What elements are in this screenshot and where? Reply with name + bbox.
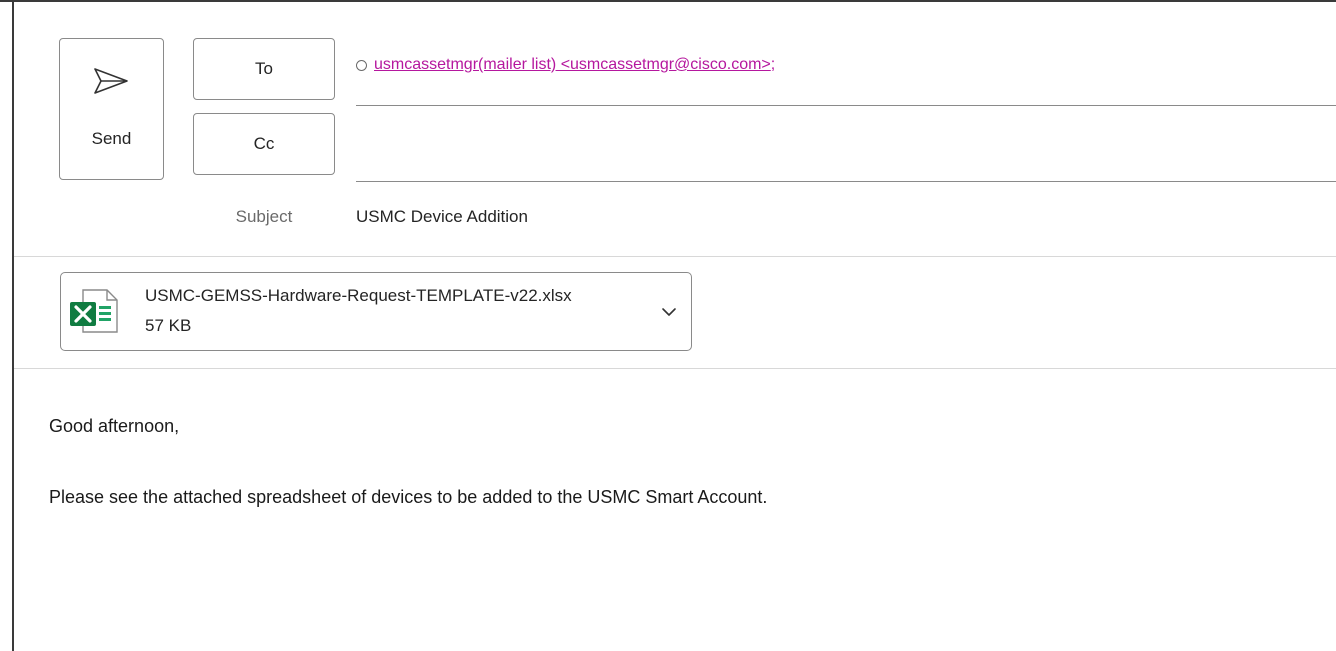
cc-button[interactable]: Cc (193, 113, 335, 175)
excel-file-icon (70, 289, 118, 333)
send-label: Send (91, 129, 132, 148)
recipient-separator: ; (770, 56, 776, 73)
to-button[interactable]: To (193, 38, 335, 100)
subject-label: Subject (235, 207, 293, 226)
send-button[interactable]: Send (59, 38, 164, 180)
chevron-down-icon[interactable] (661, 306, 677, 318)
presence-status-icon (356, 60, 367, 71)
recipient-chip[interactable]: usmcassetmgr(mailer list) <usmcassetmgr@… (356, 56, 775, 74)
message-greeting[interactable]: Good afternoon, (49, 416, 179, 437)
cc-field[interactable] (356, 113, 1336, 182)
attachment-file-size: 57 KB (145, 316, 192, 335)
email-compose-window: Send To Cc usmcassetmgr(mailer list) <us… (0, 0, 1336, 651)
recipient-name[interactable]: usmcassetmgr(mailer list) <usmcassetmgr@… (374, 56, 771, 74)
attachment-file-name: USMC-GEMSS-Hardware-Request-TEMPLATE-v22… (145, 286, 572, 305)
send-icon (94, 68, 128, 94)
attachment-divider (14, 368, 1336, 369)
header-divider (14, 256, 1336, 257)
window-edge (12, 2, 14, 651)
to-field[interactable]: usmcassetmgr(mailer list) <usmcassetmgr@… (356, 38, 1336, 106)
subject-input[interactable]: USMC Device Addition (356, 207, 528, 227)
attachment-card[interactable]: USMC-GEMSS-Hardware-Request-TEMPLATE-v22… (60, 272, 692, 351)
message-body[interactable]: Please see the attached spreadsheet of d… (49, 487, 767, 508)
